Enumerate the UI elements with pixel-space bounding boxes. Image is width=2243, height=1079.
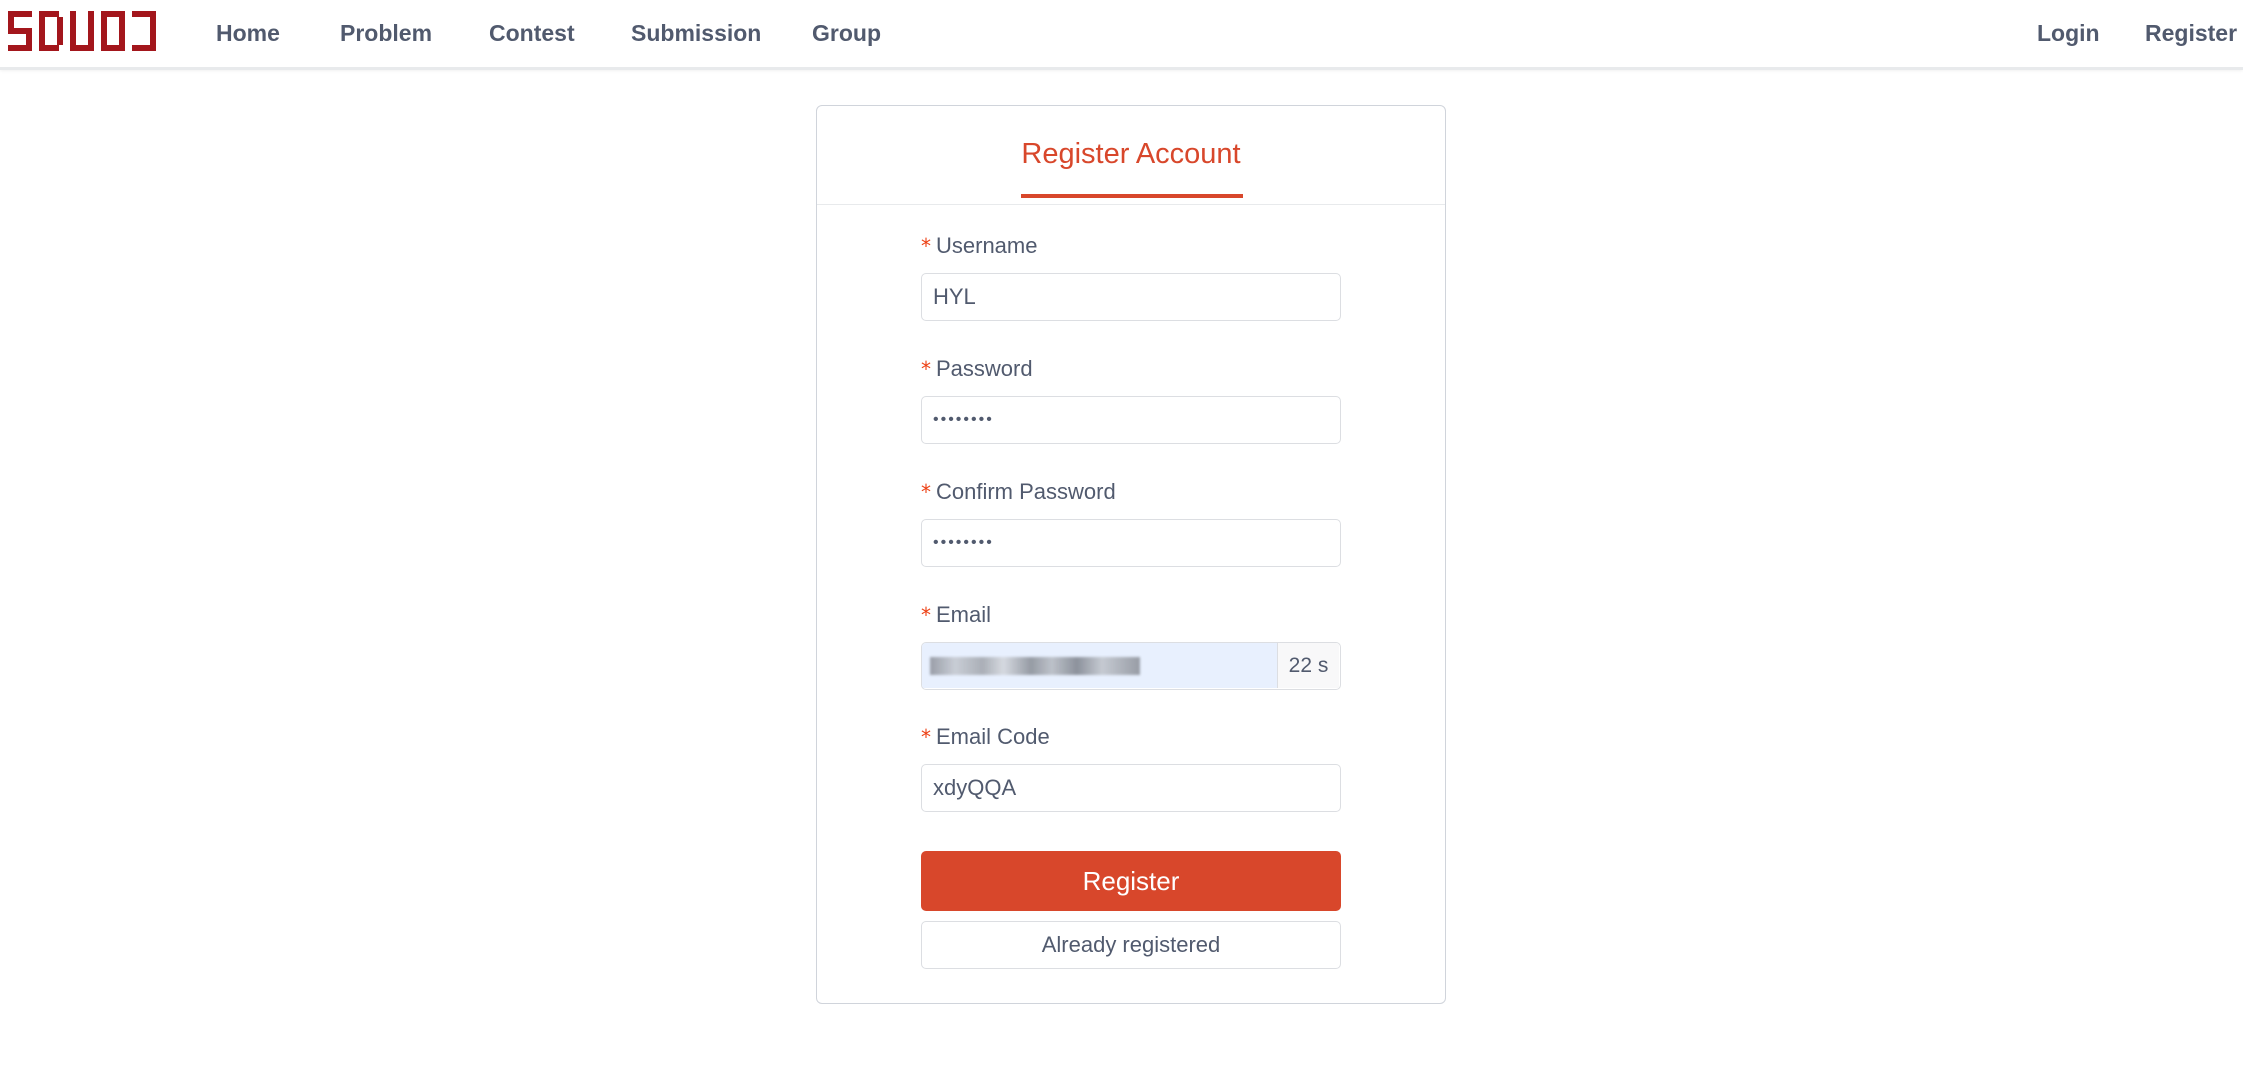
nav-contest[interactable]: Contest — [489, 0, 575, 67]
login-link[interactable]: Login — [2037, 0, 2100, 67]
already-registered-button[interactable]: Already registered — [921, 921, 1341, 969]
email-input-group: 22 s — [921, 642, 1341, 690]
nav-home[interactable]: Home — [216, 0, 280, 67]
title-underline — [1021, 194, 1243, 198]
password-label: * Password — [921, 356, 1033, 381]
username-input[interactable]: HYL — [921, 273, 1341, 321]
confirm-password-input[interactable]: •••••••• — [921, 519, 1341, 567]
required-mark: * — [921, 357, 931, 381]
email-code-input[interactable]: xdyQQA — [921, 764, 1341, 812]
register-link[interactable]: Register — [2145, 0, 2237, 67]
email-input[interactable] — [922, 643, 1277, 688]
required-mark: * — [921, 603, 931, 627]
nav-submission[interactable]: Submission — [631, 0, 761, 67]
redacted-email-value — [930, 657, 1140, 675]
required-mark: * — [921, 725, 931, 749]
send-code-countdown[interactable]: 22 s — [1277, 643, 1339, 688]
sduoj-logo[interactable] — [8, 9, 156, 53]
card-header: Register Account — [817, 106, 1445, 205]
nav-problem[interactable]: Problem — [340, 0, 432, 67]
password-input[interactable]: •••••••• — [921, 396, 1341, 444]
email-label: * Email — [921, 602, 992, 627]
register-card: Register Account * Username HYL * Password… — [816, 105, 1446, 1004]
top-navbar: Home Problem Contest Submission Group Lo… — [0, 0, 2243, 70]
card-title: Register Account — [1021, 138, 1241, 170]
username-label: * Username — [921, 233, 1038, 258]
confirm-password-label: * Confirm Password — [921, 479, 1116, 504]
required-mark: * — [921, 234, 931, 258]
email-code-label: * Email Code — [921, 724, 1050, 749]
nav-group[interactable]: Group — [812, 0, 881, 67]
register-button[interactable]: Register — [921, 851, 1341, 911]
required-mark: * — [921, 480, 931, 504]
